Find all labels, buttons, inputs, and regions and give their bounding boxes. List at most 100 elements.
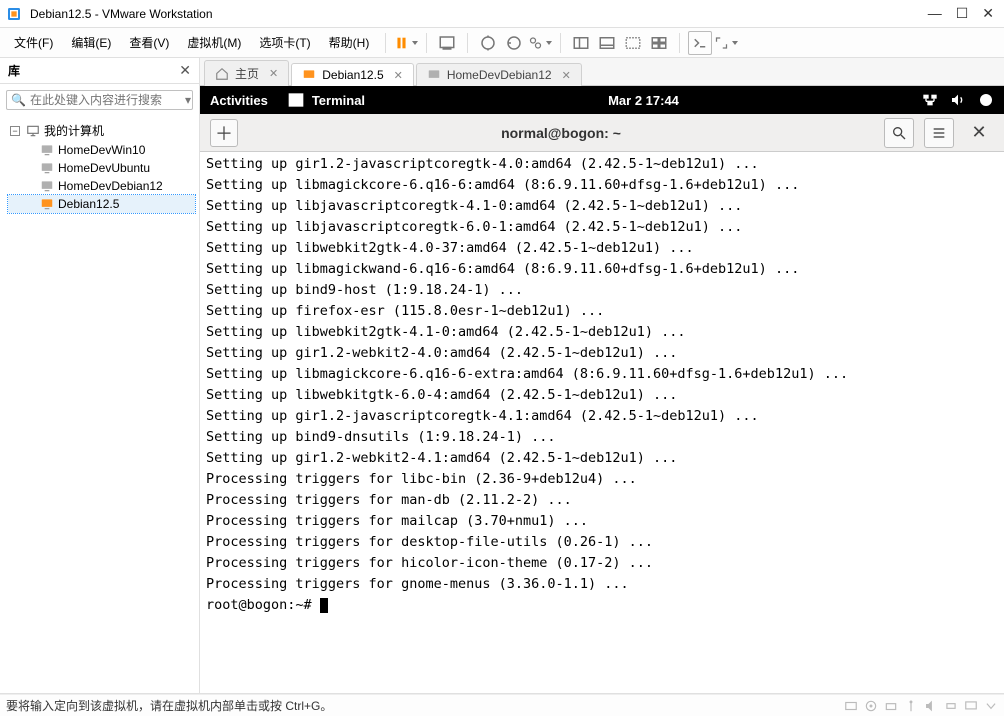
library-sidebar: 库 ✕ 🔍 ▾ − 我的计算机 HomeDevWin10HomeDevUbunt…	[0, 58, 200, 693]
menu-file[interactable]: 文件(F)	[6, 31, 61, 54]
terminal-line: Setting up gir1.2-javascriptcoregtk-4.0:…	[206, 154, 998, 175]
terminal-line: Setting up firefox-esr (115.8.0esr-1~deb…	[206, 301, 998, 322]
tab-vm[interactable]: HomeDevDebian12 ✕	[416, 63, 582, 86]
status-bar: 要将输入定向到该虚拟机，请在虚拟机内部单击或按 Ctrl+G。	[0, 694, 1004, 716]
tab-close-icon[interactable]: ✕	[394, 69, 403, 82]
terminal-line: Setting up libjavascriptcoregtk-6.0-1:am…	[206, 217, 998, 238]
disk-icon	[844, 699, 858, 713]
tree-item[interactable]: HomeDevUbuntu	[8, 159, 195, 177]
tab-label: Debian12.5	[322, 68, 383, 82]
console-button[interactable]	[688, 31, 712, 55]
nic-icon	[884, 699, 898, 713]
tree-item[interactable]: Debian12.5	[8, 195, 195, 213]
terminal-line: Processing triggers for mailcap (3.70+nm…	[206, 511, 998, 532]
menu-bar: 文件(F) 编辑(E) 查看(V) 虚拟机(M) 选项卡(T) 帮助(H)	[0, 28, 1004, 58]
terminal-line: Processing triggers for hicolor-icon-the…	[206, 553, 998, 574]
computer-icon	[26, 124, 40, 138]
terminal-line: Setting up libmagickcore-6.q16-6:amd64 (…	[206, 175, 998, 196]
tree-item[interactable]: HomeDevWin10	[8, 141, 195, 159]
device-tray[interactable]	[844, 699, 998, 713]
terminal-line: Setting up libjavascriptcoregtk-4.1-0:am…	[206, 196, 998, 217]
active-app[interactable]: Terminal	[288, 92, 365, 108]
terminal-search-button[interactable]	[884, 118, 914, 148]
tab-home[interactable]: 主页 ✕	[204, 60, 289, 86]
tab-vm[interactable]: Debian12.5 ✕	[291, 63, 414, 86]
system-tray[interactable]	[922, 92, 994, 108]
tree-item-label: HomeDevDebian12	[58, 179, 163, 193]
menu-edit[interactable]: 编辑(E)	[63, 31, 119, 54]
minimize-button[interactable]: —	[928, 5, 942, 22]
cd-icon	[864, 699, 878, 713]
library-search-input[interactable]	[30, 93, 185, 107]
library-close-icon[interactable]: ✕	[179, 62, 191, 79]
power-icon	[978, 92, 994, 108]
terminal-line: Setting up libmagickcore-6.q16-6-extra:a…	[206, 364, 998, 385]
terminal-title: normal@bogon: ~	[248, 125, 874, 141]
terminal-line: Processing triggers for gnome-menus (3.3…	[206, 574, 998, 595]
vm-icon	[40, 161, 54, 175]
terminal-header-bar: ＋ normal@bogon: ~ ✕	[200, 114, 1004, 152]
suspend-button[interactable]	[394, 31, 418, 55]
tree-item-label: HomeDevUbuntu	[58, 161, 150, 175]
terminal-line: Setting up gir1.2-webkit2-4.0:amd64 (2.4…	[206, 343, 998, 364]
view-multi-button[interactable]	[595, 31, 619, 55]
printer-icon	[944, 699, 958, 713]
unity-button[interactable]	[621, 31, 645, 55]
terminal-output[interactable]: Setting up gir1.2-javascriptcoregtk-4.0:…	[200, 152, 1004, 693]
tree-item-label: Debian12.5	[58, 197, 119, 211]
tree-root[interactable]: − 我的计算机	[8, 120, 195, 141]
vmware-icon	[6, 6, 22, 22]
menu-view[interactable]: 查看(V)	[121, 31, 177, 54]
vm-icon	[40, 179, 54, 193]
more-icon	[984, 699, 998, 713]
terminal-line: Setting up libwebkit2gtk-4.0-37:amd64 (2…	[206, 238, 998, 259]
vm-icon	[302, 68, 316, 82]
close-button[interactable]: ✕	[982, 5, 994, 22]
collapse-icon[interactable]: −	[10, 126, 20, 136]
terminal-line: Processing triggers for desktop-file-uti…	[206, 532, 998, 553]
new-tab-button[interactable]: ＋	[210, 119, 238, 147]
dropdown-icon[interactable]: ▾	[185, 93, 191, 107]
volume-icon	[950, 92, 966, 108]
thumbnail-button[interactable]	[647, 31, 671, 55]
terminal-line: Setting up bind9-dnsutils (1:9.18.24-1) …	[206, 427, 998, 448]
vm-tabs-bar: 主页 ✕ Debian12.5 ✕ HomeDevDebian12 ✕	[200, 58, 1004, 86]
terminal-icon	[288, 92, 304, 108]
network-icon	[922, 92, 938, 108]
terminal-line: Setting up bind9-host (1:9.18.24-1) ...	[206, 280, 998, 301]
menu-vm[interactable]: 虚拟机(M)	[179, 31, 249, 54]
menu-tabs[interactable]: 选项卡(T)	[251, 31, 318, 54]
vm-icon	[427, 68, 441, 82]
tab-label: HomeDevDebian12	[447, 68, 552, 82]
tab-close-icon[interactable]: ✕	[562, 69, 571, 82]
snapshot-button[interactable]	[435, 31, 459, 55]
tree-item[interactable]: HomeDevDebian12	[8, 177, 195, 195]
tree-root-label: 我的计算机	[44, 122, 104, 139]
activities-button[interactable]: Activities	[210, 93, 268, 108]
snapshot-revert-button[interactable]	[502, 31, 526, 55]
snapshot-manage-button[interactable]	[528, 31, 552, 55]
terminal-line: Setting up gir1.2-javascriptcoregtk-4.1:…	[206, 406, 998, 427]
tree-item-label: HomeDevWin10	[58, 143, 145, 157]
clock[interactable]: Mar 2 17:44	[365, 93, 922, 108]
terminal-line: root@bogon:~#	[206, 595, 998, 616]
library-tree: − 我的计算机 HomeDevWin10 HomeDevUbuntu HomeDev…	[0, 116, 199, 217]
sound-icon	[924, 699, 938, 713]
terminal-menu-button[interactable]	[924, 118, 954, 148]
view-single-button[interactable]	[569, 31, 593, 55]
terminal-line: Setting up libwebkitgtk-6.0-4:amd64 (2.4…	[206, 385, 998, 406]
snapshot-take-button[interactable]	[476, 31, 500, 55]
window-title: Debian12.5 - VMware Workstation	[30, 7, 928, 21]
library-search[interactable]: 🔍 ▾	[6, 90, 193, 110]
title-bar: Debian12.5 - VMware Workstation — ☐ ✕	[0, 0, 1004, 28]
vm-icon	[40, 197, 54, 211]
menu-help[interactable]: 帮助(H)	[321, 31, 378, 54]
fullscreen-button[interactable]	[714, 31, 738, 55]
usb-icon	[904, 699, 918, 713]
gnome-top-bar: Activities Terminal Mar 2 17:44	[200, 86, 1004, 114]
terminal-close-button[interactable]: ✕	[964, 118, 994, 148]
tab-close-icon[interactable]: ✕	[269, 67, 278, 80]
status-message: 要将输入定向到该虚拟机，请在虚拟机内部单击或按 Ctrl+G。	[6, 697, 844, 714]
maximize-button[interactable]: ☐	[956, 5, 969, 22]
terminal-line: Processing triggers for libc-bin (2.36-9…	[206, 469, 998, 490]
